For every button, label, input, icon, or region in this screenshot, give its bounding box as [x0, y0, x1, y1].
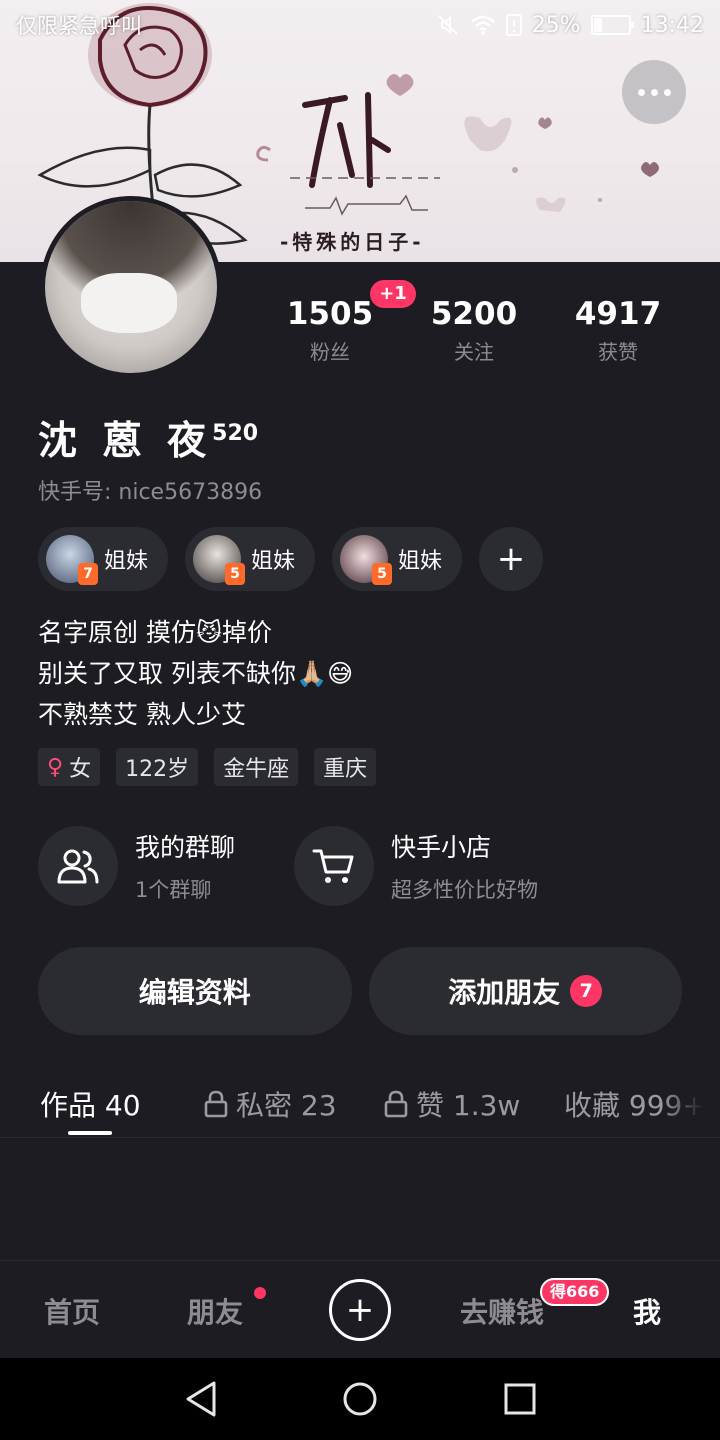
stat-following[interactable]: 5200 关注	[414, 296, 534, 365]
add-relation-button[interactable]: +	[479, 527, 544, 591]
nav-friends[interactable]: 朋友	[187, 1291, 243, 1331]
back-icon[interactable]	[184, 1380, 218, 1418]
friend-avatar: 5	[340, 535, 393, 585]
tab-label: 私密 23	[236, 1089, 337, 1122]
banner-title: -特殊的日子-	[280, 230, 425, 254]
lock-icon	[384, 1090, 408, 1118]
status-icons: 25% 13:42	[436, 13, 704, 38]
add-friend-badge: 7	[570, 975, 603, 1007]
shop-subtitle: 超多性价比好物	[391, 878, 538, 902]
stat-likes[interactable]: 4917 获赞	[558, 296, 678, 365]
gender-tag[interactable]: ♀ 女	[38, 748, 101, 786]
tab-label: 作品 40	[40, 1089, 141, 1122]
stat-value: 5200	[430, 296, 518, 332]
profile-name-suffix: 520	[212, 421, 259, 446]
edit-profile-label: 编辑资料	[138, 976, 251, 1009]
profile-tags: ♀ 女 122岁 金牛座 重庆	[38, 748, 377, 786]
relation-label: 姐妹	[251, 549, 296, 574]
tab-works[interactable]: 作品 40	[40, 1084, 141, 1124]
friends-notification-dot	[254, 1287, 266, 1299]
mute-icon	[437, 15, 458, 35]
nav-me[interactable]: 我	[633, 1291, 661, 1331]
battery-icon	[590, 15, 634, 35]
relation-chip[interactable]: 7 姐妹	[38, 527, 169, 591]
tab-favorites[interactable]: 收藏 999+	[564, 1084, 704, 1124]
sim-alert-icon	[505, 14, 522, 36]
cart-icon	[294, 826, 374, 906]
avatar[interactable]	[40, 196, 222, 378]
profile-name: 沈 蒽 夜520	[38, 410, 258, 466]
battery-fill	[593, 18, 603, 32]
nav-earn[interactable]: 去赚钱	[460, 1291, 544, 1331]
group-icon	[38, 826, 118, 906]
edit-profile-button[interactable]: 编辑资料	[38, 947, 352, 1035]
tab-private[interactable]: 私密 23	[204, 1084, 337, 1124]
user-id[interactable]: 快手号: nice5673896	[38, 474, 262, 506]
relation-label: 姐妹	[104, 549, 149, 574]
bio: 名字原创 摸仿😼掉价 别关了又取 列表不缺你🙏🏼😅 不熟禁艾 熟人少艾	[38, 612, 353, 735]
active-tab-indicator	[68, 1131, 112, 1135]
tab-label: 收藏 999+	[564, 1089, 704, 1122]
nav-home[interactable]: 首页	[44, 1291, 100, 1331]
group-chat-count: 1个群聊	[135, 878, 212, 902]
bio-line: 名字原创 摸仿😼掉价	[38, 618, 273, 647]
shop-entry[interactable]: 快手小店 超多性价比好物	[294, 826, 538, 906]
group-chat-title: 我的群聊	[135, 833, 236, 862]
stat-label: 粉丝	[310, 340, 350, 364]
relation-label: 姐妹	[398, 549, 443, 574]
intimacy-level: 7	[78, 563, 98, 585]
status-bar: 仅限紧急呼叫 25% 13:42	[0, 0, 720, 50]
female-icon: ♀	[47, 754, 64, 780]
relation-chip[interactable]: 5 姐妹	[185, 527, 316, 591]
relation-chip[interactable]: 5 姐妹	[332, 527, 463, 591]
tab-liked[interactable]: 赞 1.3w	[384, 1084, 520, 1124]
stat-value: 4917	[574, 296, 662, 332]
gender-text: 女	[69, 757, 92, 782]
age-tag[interactable]: 122岁	[116, 748, 199, 786]
content-tabs: 作品 40 私密 23 赞 1.3w 收藏 999+	[0, 1078, 720, 1138]
bio-line: 不熟禁艾 熟人少艾	[38, 700, 246, 729]
battery-percent: 25%	[531, 12, 581, 38]
relation-chips: 7 姐妹 5 姐妹 5 姐妹 +	[38, 527, 544, 591]
zodiac-tag[interactable]: 金牛座	[214, 748, 299, 786]
bottom-navigation: 首页 朋友 + 去赚钱 得666 我	[0, 1260, 720, 1358]
create-button[interactable]: +	[329, 1279, 391, 1341]
recents-icon[interactable]	[503, 1380, 537, 1418]
add-friend-label: 添加朋友	[448, 976, 561, 1009]
system-navigation-bar	[0, 1358, 720, 1440]
clock: 13:42	[640, 12, 704, 38]
friend-avatar: 5	[193, 535, 246, 585]
stat-fans[interactable]: 1505 粉丝	[270, 296, 390, 365]
profile-actions: 编辑资料 添加朋友 7	[38, 947, 682, 1035]
tab-label: 赞 1.3w	[416, 1089, 521, 1122]
profile-name-text: 沈 蒽 夜	[38, 419, 213, 464]
city-tag[interactable]: 重庆	[314, 748, 377, 786]
stat-label: 获赞	[598, 340, 638, 364]
earn-badge: 得666	[540, 1278, 610, 1306]
group-chat-entry[interactable]: 我的群聊 1个群聊	[38, 826, 235, 906]
friend-avatar: 7	[46, 535, 98, 585]
shop-title: 快手小店	[391, 833, 492, 862]
lock-icon	[204, 1090, 228, 1118]
home-icon[interactable]	[342, 1380, 378, 1418]
carrier-status: 仅限紧急呼叫	[16, 14, 142, 38]
intimacy-level: 5	[225, 563, 246, 585]
wifi-icon	[470, 15, 495, 35]
intimacy-level: 5	[372, 563, 393, 585]
stat-label: 关注	[454, 340, 494, 364]
new-fans-badge: +1	[370, 280, 416, 308]
add-friend-button[interactable]: 添加朋友 7	[368, 947, 682, 1035]
more-options-button[interactable]	[622, 60, 686, 124]
bio-line: 别关了又取 列表不缺你🙏🏼😅	[38, 659, 354, 688]
